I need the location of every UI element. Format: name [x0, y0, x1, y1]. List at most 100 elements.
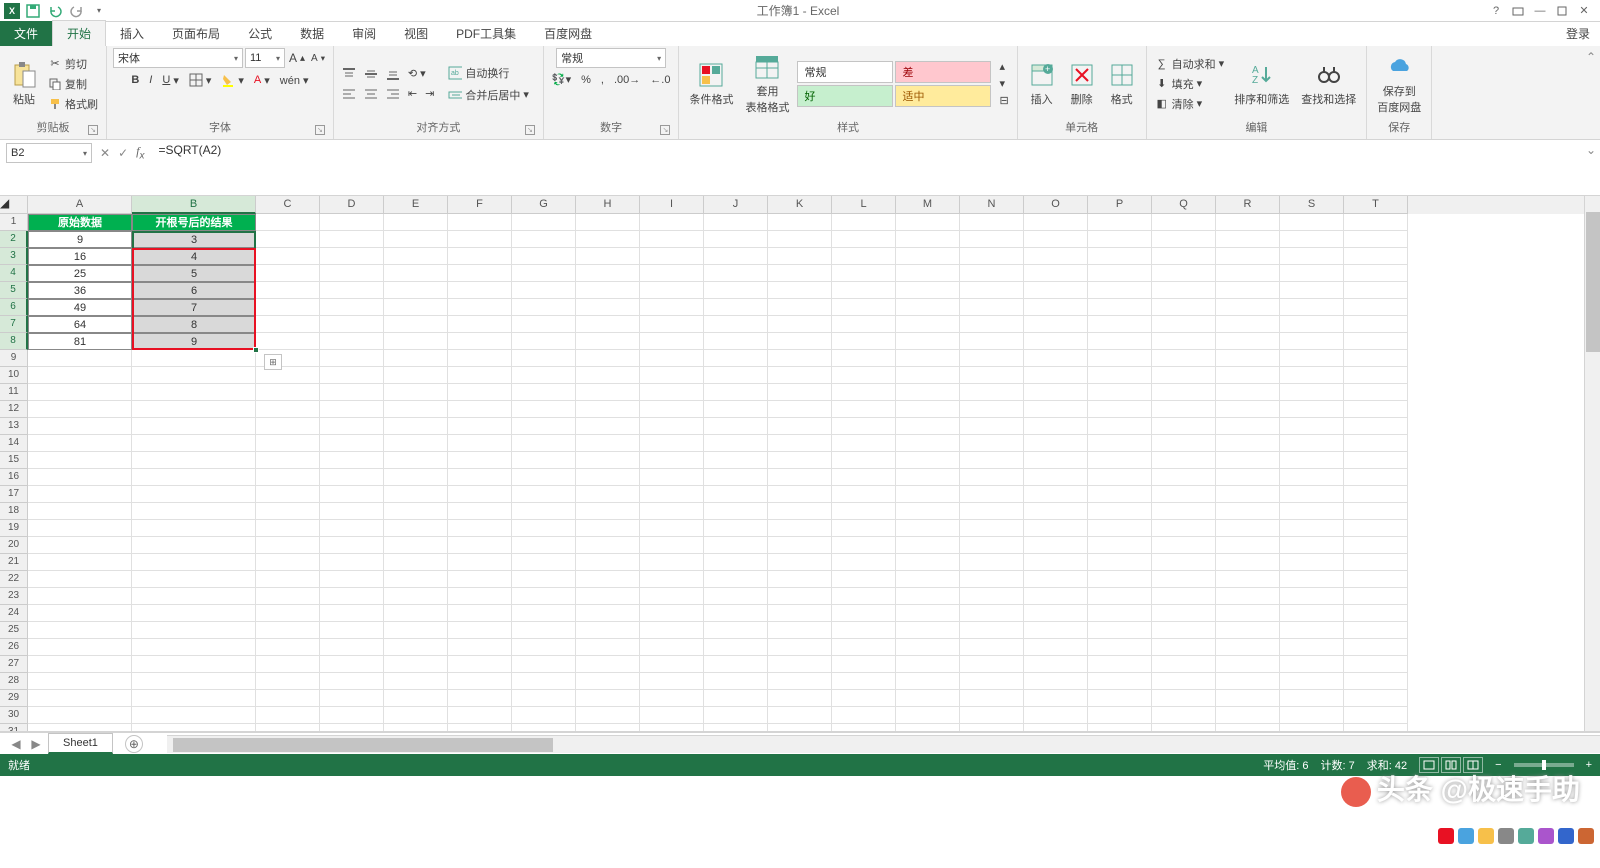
- increase-font-icon[interactable]: A▴: [287, 50, 307, 66]
- cell-D12[interactable]: [320, 401, 384, 418]
- cell-Q20[interactable]: [1152, 537, 1216, 554]
- cell-G29[interactable]: [512, 690, 576, 707]
- cell-B25[interactable]: [132, 622, 256, 639]
- cell-Q25[interactable]: [1152, 622, 1216, 639]
- cell-S5[interactable]: [1280, 282, 1344, 299]
- cell-B31[interactable]: [132, 724, 256, 732]
- cell-P25[interactable]: [1088, 622, 1152, 639]
- cell-H10[interactable]: [576, 367, 640, 384]
- cell-G25[interactable]: [512, 622, 576, 639]
- cell-D4[interactable]: [320, 265, 384, 282]
- increase-indent-icon[interactable]: ⇥: [423, 86, 436, 101]
- tab-review[interactable]: 审阅: [338, 21, 390, 46]
- add-sheet-button[interactable]: ⊕: [125, 735, 143, 753]
- column-header-J[interactable]: J: [704, 196, 768, 214]
- cell-I7[interactable]: [640, 316, 704, 333]
- cell-M31[interactable]: [896, 724, 960, 732]
- cell-S16[interactable]: [1280, 469, 1344, 486]
- ribbon-options-icon[interactable]: [1510, 4, 1526, 18]
- cell-M10[interactable]: [896, 367, 960, 384]
- cell-F24[interactable]: [448, 605, 512, 622]
- cell-I12[interactable]: [640, 401, 704, 418]
- cell-L27[interactable]: [832, 656, 896, 673]
- cell-Q13[interactable]: [1152, 418, 1216, 435]
- cell-N21[interactable]: [960, 554, 1024, 571]
- cell-O8[interactable]: [1024, 333, 1088, 350]
- cell-E31[interactable]: [384, 724, 448, 732]
- conditional-format-button[interactable]: 条件格式: [685, 59, 737, 109]
- cell-K7[interactable]: [768, 316, 832, 333]
- zoom-out-icon[interactable]: −: [1495, 759, 1501, 771]
- cell-O12[interactable]: [1024, 401, 1088, 418]
- cell-E8[interactable]: [384, 333, 448, 350]
- cell-T15[interactable]: [1344, 452, 1408, 469]
- cell-R7[interactable]: [1216, 316, 1280, 333]
- row-header-3[interactable]: 3: [0, 248, 28, 265]
- cell-O27[interactable]: [1024, 656, 1088, 673]
- cell-O3[interactable]: [1024, 248, 1088, 265]
- cell-M2[interactable]: [896, 231, 960, 248]
- cell-O22[interactable]: [1024, 571, 1088, 588]
- cell-L11[interactable]: [832, 384, 896, 401]
- fill-handle[interactable]: [253, 347, 259, 353]
- cell-I19[interactable]: [640, 520, 704, 537]
- cell-E27[interactable]: [384, 656, 448, 673]
- cell-O13[interactable]: [1024, 418, 1088, 435]
- cell-O19[interactable]: [1024, 520, 1088, 537]
- cell-E9[interactable]: [384, 350, 448, 367]
- cell-A6[interactable]: 49: [28, 299, 132, 316]
- cell-D21[interactable]: [320, 554, 384, 571]
- cell-B10[interactable]: [132, 367, 256, 384]
- cell-L28[interactable]: [832, 673, 896, 690]
- cell-A20[interactable]: [28, 537, 132, 554]
- align-center-icon[interactable]: [362, 86, 380, 102]
- cell-D25[interactable]: [320, 622, 384, 639]
- cell-E20[interactable]: [384, 537, 448, 554]
- cell-J26[interactable]: [704, 639, 768, 656]
- cell-Q6[interactable]: [1152, 299, 1216, 316]
- paste-button[interactable]: 粘贴: [6, 59, 42, 109]
- cell-L31[interactable]: [832, 724, 896, 732]
- cell-M19[interactable]: [896, 520, 960, 537]
- cell-L5[interactable]: [832, 282, 896, 299]
- cell-C11[interactable]: [256, 384, 320, 401]
- name-box[interactable]: B2▾: [6, 143, 92, 163]
- cell-H14[interactable]: [576, 435, 640, 452]
- cell-H20[interactable]: [576, 537, 640, 554]
- cell-H26[interactable]: [576, 639, 640, 656]
- cell-M16[interactable]: [896, 469, 960, 486]
- cell-H27[interactable]: [576, 656, 640, 673]
- cell-R2[interactable]: [1216, 231, 1280, 248]
- cell-N17[interactable]: [960, 486, 1024, 503]
- cell-J30[interactable]: [704, 707, 768, 724]
- cell-K6[interactable]: [768, 299, 832, 316]
- cell-S2[interactable]: [1280, 231, 1344, 248]
- cell-T2[interactable]: [1344, 231, 1408, 248]
- cell-H29[interactable]: [576, 690, 640, 707]
- cell-E2[interactable]: [384, 231, 448, 248]
- cell-A25[interactable]: [28, 622, 132, 639]
- cell-A28[interactable]: [28, 673, 132, 690]
- cell-Q5[interactable]: [1152, 282, 1216, 299]
- cell-Q11[interactable]: [1152, 384, 1216, 401]
- cell-F9[interactable]: [448, 350, 512, 367]
- minimize-icon[interactable]: —: [1532, 4, 1548, 18]
- cell-T29[interactable]: [1344, 690, 1408, 707]
- border-button[interactable]: ▾: [187, 72, 214, 88]
- styles-scroll-down[interactable]: ▾: [997, 76, 1010, 91]
- cell-P16[interactable]: [1088, 469, 1152, 486]
- cell-S17[interactable]: [1280, 486, 1344, 503]
- cell-Q7[interactable]: [1152, 316, 1216, 333]
- cell-F29[interactable]: [448, 690, 512, 707]
- cell-E13[interactable]: [384, 418, 448, 435]
- row-header-27[interactable]: 27: [0, 656, 28, 673]
- cell-R31[interactable]: [1216, 724, 1280, 732]
- cell-O11[interactable]: [1024, 384, 1088, 401]
- cell-P27[interactable]: [1088, 656, 1152, 673]
- cell-P22[interactable]: [1088, 571, 1152, 588]
- align-dialog-launcher[interactable]: ↘: [525, 125, 535, 135]
- cell-R20[interactable]: [1216, 537, 1280, 554]
- cell-R28[interactable]: [1216, 673, 1280, 690]
- cell-D11[interactable]: [320, 384, 384, 401]
- cell-T8[interactable]: [1344, 333, 1408, 350]
